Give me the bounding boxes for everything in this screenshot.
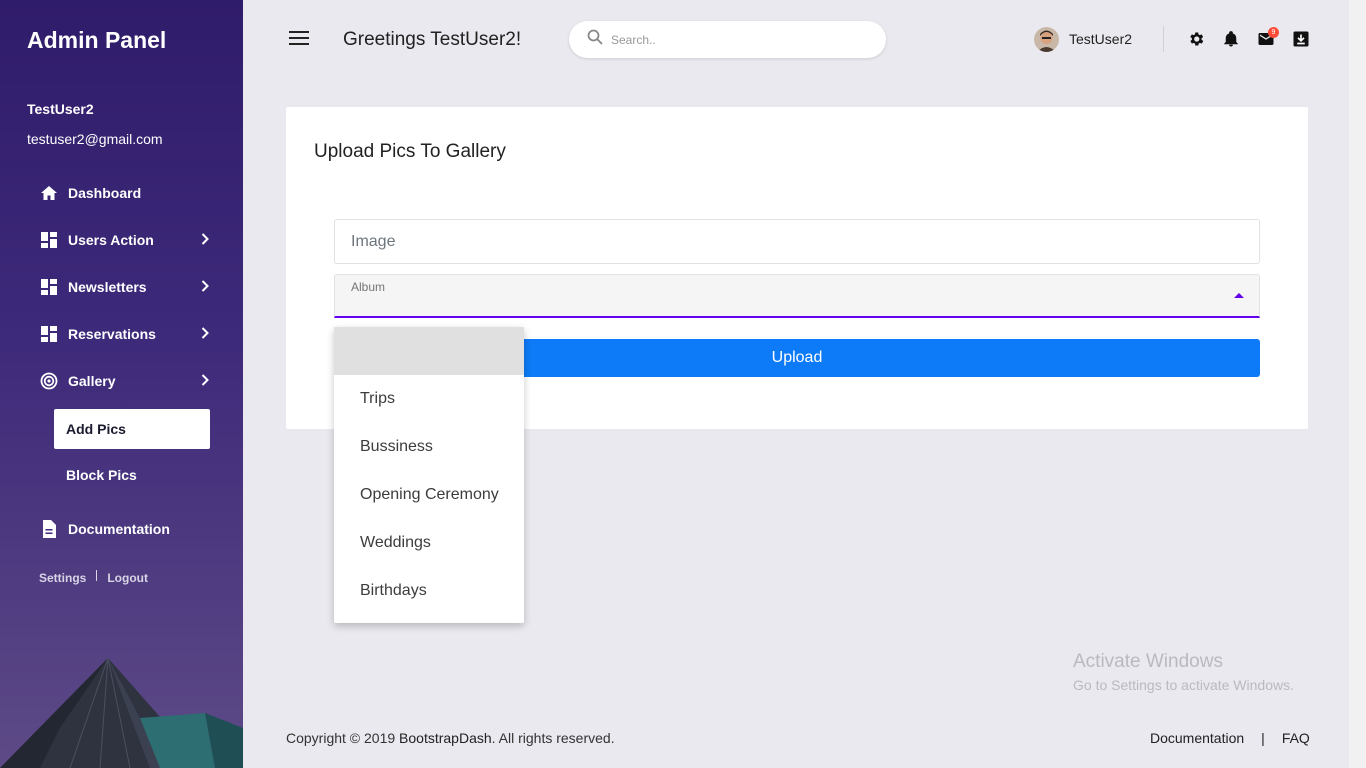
- sidebar-item-label: Reservations: [68, 326, 156, 342]
- copyright-prefix: Copyright © 2019: [286, 730, 400, 746]
- footer-documentation-link[interactable]: Documentation: [1150, 730, 1244, 746]
- sidebar-subitem-block-pics[interactable]: Block Pics: [54, 455, 210, 495]
- sidebar-item-gallery[interactable]: Gallery: [40, 369, 215, 393]
- bell-icon[interactable]: [1222, 30, 1240, 48]
- album-option-trips[interactable]: Trips: [334, 375, 524, 423]
- divider: [1163, 26, 1164, 52]
- document-icon: [40, 520, 58, 538]
- topbar-user-name[interactable]: TestUser2: [1069, 31, 1132, 47]
- chevron-right-icon: [201, 326, 209, 342]
- album-label: Album: [351, 280, 386, 294]
- mail-count-badge: 9: [1268, 27, 1279, 38]
- sidebar-footer-links: Settings Logout: [39, 569, 148, 585]
- search-input[interactable]: [611, 32, 861, 47]
- avatar[interactable]: [1034, 27, 1059, 52]
- sidebar-item-reservations[interactable]: Reservations: [40, 322, 215, 346]
- download-icon[interactable]: [1292, 30, 1310, 48]
- watermark-subtitle: Go to Settings to activate Windows.: [1073, 677, 1294, 693]
- brand-title: Admin Panel: [27, 27, 167, 53]
- footer-separator: |: [1261, 730, 1265, 746]
- settings-link[interactable]: Settings: [39, 571, 86, 585]
- grid-icon: [40, 231, 58, 249]
- sidebar-item-documentation[interactable]: Documentation: [40, 517, 215, 541]
- footer-faq-link[interactable]: FAQ: [1282, 730, 1310, 746]
- chevron-right-icon: [201, 373, 209, 389]
- divider: [96, 569, 98, 581]
- card-title: Upload Pics To Gallery: [314, 141, 506, 162]
- chevron-right-icon: [201, 232, 209, 248]
- sidebar-item-label: Documentation: [68, 521, 170, 537]
- vertical-scrollbar[interactable]: [1349, 0, 1366, 768]
- sidebar-item-newsletters[interactable]: Newsletters: [40, 275, 215, 299]
- menu-toggle-icon[interactable]: [289, 31, 309, 47]
- caret-up-icon: [1234, 293, 1244, 298]
- home-icon: [40, 184, 58, 202]
- watermark-title: Activate Windows: [1073, 651, 1223, 672]
- search-icon: [587, 29, 603, 50]
- building-illustration: [0, 658, 243, 768]
- sidebar-item-label: Newsletters: [68, 279, 147, 295]
- search-bar[interactable]: [569, 21, 886, 58]
- greeting-text: Greetings TestUser2!: [343, 29, 522, 50]
- grid-icon: [40, 325, 58, 343]
- logout-link[interactable]: Logout: [107, 571, 148, 585]
- album-option-opening-ceremony[interactable]: Opening Ceremony: [334, 471, 524, 519]
- bootstrapdash-link[interactable]: BootstrapDash: [399, 730, 492, 746]
- windows-activation-watermark: Activate Windows Go to Settings to activ…: [1073, 651, 1294, 693]
- sidebar-item-label: Dashboard: [68, 185, 142, 201]
- album-option-birthdays[interactable]: Birthdays: [334, 567, 524, 615]
- album-select[interactable]: Album: [334, 274, 1260, 318]
- album-option-weddings[interactable]: Weddings: [334, 519, 524, 567]
- footer-copyright: Copyright © 2019 BootstrapDash. All righ…: [286, 730, 615, 746]
- target-icon: [40, 372, 58, 390]
- sidebar-user-email: testuser2@gmail.com: [27, 131, 163, 147]
- copyright-suffix: . All rights reserved.: [491, 730, 615, 746]
- album-option-empty[interactable]: [334, 327, 524, 375]
- grid-icon: [40, 278, 58, 296]
- album-option-bussiness[interactable]: Bussiness: [334, 423, 524, 471]
- album-dropdown-menu: Trips Bussiness Opening Ceremony Wedding…: [334, 327, 524, 623]
- footer-links: Documentation | FAQ: [1150, 730, 1310, 746]
- sidebar-item-dashboard[interactable]: Dashboard: [40, 181, 215, 205]
- chevron-right-icon: [201, 279, 209, 295]
- sidebar-subitem-add-pics[interactable]: Add Pics: [54, 409, 210, 449]
- sidebar: Admin Panel TestUser2 testuser2@gmail.co…: [0, 0, 243, 768]
- sidebar-user-name: TestUser2: [27, 101, 94, 117]
- gear-icon[interactable]: [1187, 30, 1205, 48]
- image-field[interactable]: Image: [334, 219, 1260, 264]
- sidebar-item-label: Users Action: [68, 232, 154, 248]
- sidebar-item-label: Gallery: [68, 373, 116, 389]
- sidebar-item-users-action[interactable]: Users Action: [40, 228, 215, 252]
